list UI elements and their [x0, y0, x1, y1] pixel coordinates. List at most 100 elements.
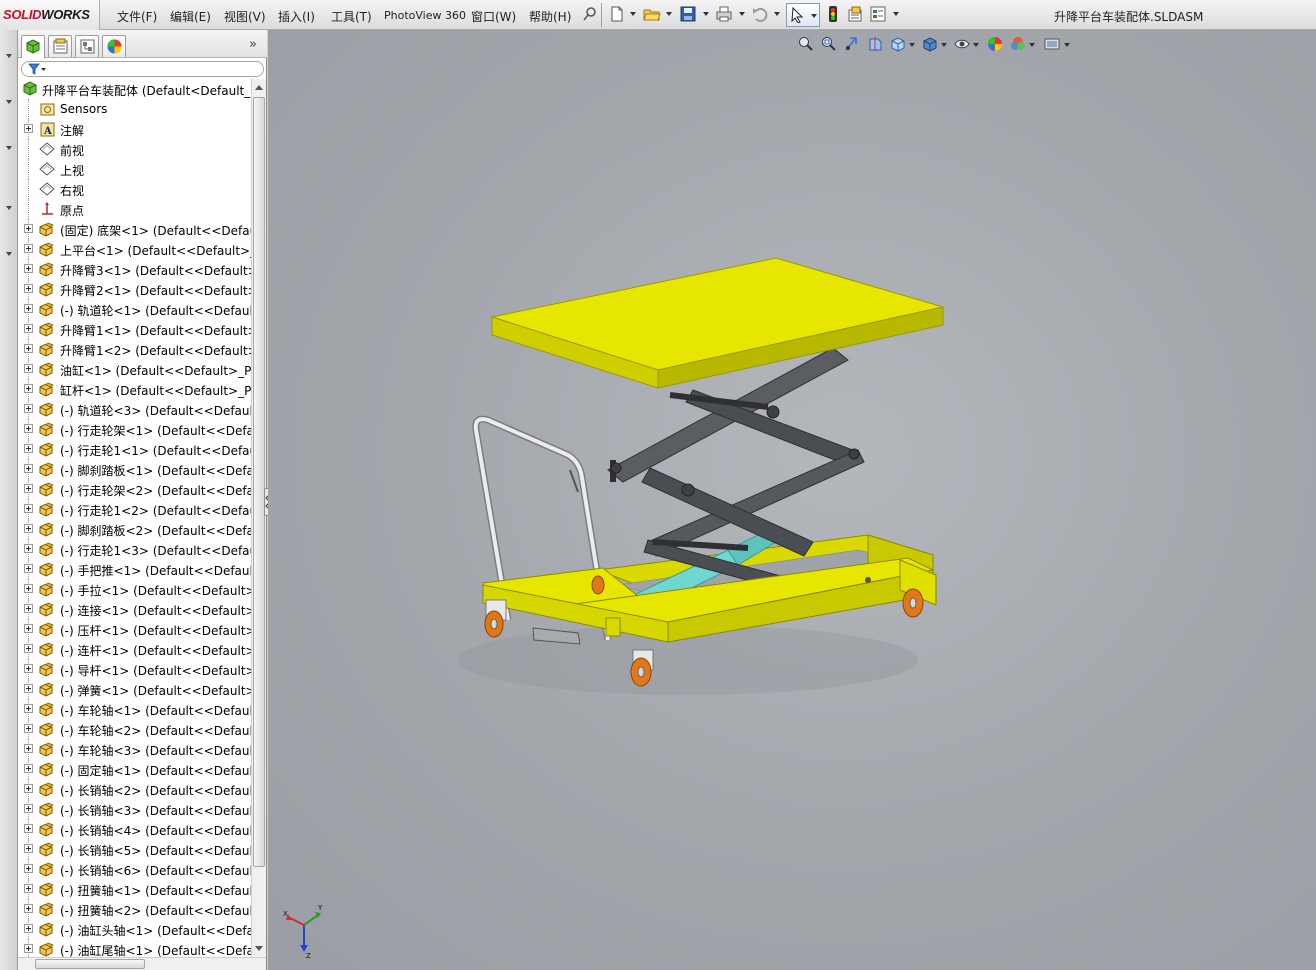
options-icon[interactable]	[846, 5, 864, 23]
tree-item[interactable]: 升降臂3<1> (Default<<Default>_	[18, 259, 251, 279]
tree-item[interactable]: (-) 导杆<1> (Default<<Default>_	[18, 659, 251, 679]
tree-item[interactable]: 原点	[18, 199, 251, 219]
strip-dropdown-icon[interactable]	[6, 146, 12, 150]
expand-toggle-icon[interactable]	[24, 884, 33, 893]
select-dropdown-icon[interactable]	[811, 14, 817, 18]
print-icon[interactable]	[715, 5, 733, 23]
expand-toggle-icon[interactable]	[24, 784, 33, 793]
expand-toggle-icon[interactable]	[24, 744, 33, 753]
expand-toggle-icon[interactable]	[24, 484, 33, 493]
tree-item[interactable]: (-) 轨道轮<3> (Default<<Default:	[18, 399, 251, 419]
menu-edit[interactable]: 编辑(E)	[170, 8, 211, 25]
strip-dropdown-icon[interactable]	[6, 100, 12, 104]
tree-item[interactable]: 升降臂2<1> (Default<<Default>_	[18, 279, 251, 299]
tree-item[interactable]: (固定) 底架<1> (Default<<Defaul	[18, 219, 251, 239]
new-document-icon[interactable]	[608, 5, 626, 23]
expand-toggle-icon[interactable]	[24, 224, 33, 233]
tree-item[interactable]: 缸杆<1> (Default<<Default>_Pho	[18, 379, 251, 399]
tree-root-assembly[interactable]: 升降平台车装配体 (Default<Default_D	[18, 79, 251, 99]
top-platform[interactable]	[490, 257, 944, 389]
tree-item[interactable]: (-) 长销轴<4> (Default<<Default:	[18, 819, 251, 839]
scroll-up-icon[interactable]	[255, 85, 263, 90]
lift-table-model[interactable]: X Y Z	[268, 30, 1316, 970]
tree-item[interactable]: (-) 行走轮1<3> (Default<<Defaul	[18, 539, 251, 559]
expand-toggle-icon[interactable]	[24, 124, 33, 133]
menu-tools[interactable]: 工具(T)	[331, 8, 372, 25]
graphics-area[interactable]: X Y Z	[268, 30, 1316, 970]
tree-horizontal-scrollbar[interactable]	[18, 957, 266, 970]
scrollbar-thumb[interactable]	[253, 97, 265, 867]
expand-toggle-icon[interactable]	[24, 624, 33, 633]
tree-item[interactable]: Sensors	[18, 99, 251, 119]
expand-toggle-icon[interactable]	[24, 564, 33, 573]
expand-toggle-icon[interactable]	[24, 464, 33, 473]
tree-item[interactable]: (-) 手拉<1> (Default<<Default>_	[18, 579, 251, 599]
tree-item[interactable]: (-) 脚刹踏板<1> (Default<<Defau	[18, 459, 251, 479]
strip-dropdown-icon[interactable]	[6, 252, 12, 256]
tree-item[interactable]: (-) 弹簧<1> (Default<<Default>_	[18, 679, 251, 699]
expand-toggle-icon[interactable]	[24, 704, 33, 713]
new-dropdown-icon[interactable]	[630, 12, 636, 16]
tree-item[interactable]: 升降臂1<1> (Default<<Default>_	[18, 319, 251, 339]
wheel-rear-right[interactable]	[902, 588, 924, 618]
tree-item[interactable]: 上平台<1> (Default<<Default>_P	[18, 239, 251, 259]
tree-item[interactable]: (-) 长销轴<3> (Default<<Default:	[18, 799, 251, 819]
display-manager-tab[interactable]	[102, 35, 126, 57]
tree-vertical-scrollbar[interactable]	[251, 79, 266, 957]
expand-toggle-icon[interactable]	[24, 944, 33, 953]
tree-item[interactable]: (-) 行走轮架<1> (Default<<Defau	[18, 419, 251, 439]
expand-toggle-icon[interactable]	[24, 864, 33, 873]
expand-panel-icon[interactable]: »	[249, 37, 257, 52]
tree-item[interactable]: A 注解	[18, 119, 251, 139]
customize-icon[interactable]	[869, 5, 887, 23]
solidworks-logo[interactable]: SOLIDWORKS	[0, 0, 100, 30]
menu-file[interactable]: 文件(F)	[117, 8, 157, 25]
tree-item[interactable]: (-) 脚刹踏板<2> (Default<<Defau	[18, 519, 251, 539]
feature-tree-tab[interactable]	[21, 35, 45, 58]
tree-item[interactable]: (-) 长销轴<6> (Default<<Default:	[18, 859, 251, 879]
expand-toggle-icon[interactable]	[24, 344, 33, 353]
strip-dropdown-icon[interactable]	[6, 54, 12, 58]
save-dropdown-icon[interactable]	[703, 12, 709, 16]
scrollbar-thumb[interactable]	[35, 959, 145, 969]
expand-toggle-icon[interactable]	[24, 264, 33, 273]
pin-icon[interactable]	[581, 5, 599, 23]
tree-item[interactable]: 升降臂1<2> (Default<<Default>_	[18, 339, 251, 359]
expand-toggle-icon[interactable]	[24, 724, 33, 733]
tree-item[interactable]: (-) 固定轴<1> (Default<<Default:	[18, 759, 251, 779]
configuration-manager-tab[interactable]	[75, 35, 99, 57]
tree-item[interactable]: (-) 扭簧轴<2> (Default<<Default:	[18, 899, 251, 919]
expand-toggle-icon[interactable]	[24, 324, 33, 333]
expand-toggle-icon[interactable]	[24, 244, 33, 253]
rebuild-icon[interactable]	[824, 5, 842, 23]
expand-toggle-icon[interactable]	[24, 804, 33, 813]
expand-toggle-icon[interactable]	[24, 764, 33, 773]
expand-toggle-icon[interactable]	[24, 284, 33, 293]
tree-item[interactable]: 油缸<1> (Default<<Default>_Pho	[18, 359, 251, 379]
tree-item[interactable]: (-) 车轮轴<2> (Default<<Default:	[18, 719, 251, 739]
expand-toggle-icon[interactable]	[24, 504, 33, 513]
tree-item[interactable]: (-) 油缸头轴<1> (Default<<Defau	[18, 919, 251, 939]
tree-item[interactable]: 上视	[18, 159, 251, 179]
tree-item[interactable]: 右视	[18, 179, 251, 199]
undo-icon[interactable]	[751, 5, 769, 23]
expand-toggle-icon[interactable]	[24, 644, 33, 653]
tree-item[interactable]: (-) 长销轴<5> (Default<<Default:	[18, 839, 251, 859]
menu-photoview[interactable]: PhotoView 360	[384, 9, 466, 22]
tree-item[interactable]: (-) 长销轴<2> (Default<<Default:	[18, 779, 251, 799]
print-dropdown-icon[interactable]	[739, 12, 745, 16]
tree-item[interactable]: (-) 油缸尾轴<1> (Default<<Defau	[18, 939, 251, 959]
tree-item[interactable]: (-) 车轮轴<3> (Default<<Default:	[18, 739, 251, 759]
menu-window[interactable]: 窗口(W)	[471, 8, 516, 25]
open-icon[interactable]	[643, 5, 661, 23]
scroll-down-icon[interactable]	[255, 946, 263, 951]
wheel-rear-left[interactable]	[591, 575, 605, 595]
save-icon[interactable]	[679, 5, 697, 23]
expand-toggle-icon[interactable]	[24, 584, 33, 593]
expand-toggle-icon[interactable]	[24, 304, 33, 313]
expand-toggle-icon[interactable]	[24, 524, 33, 533]
expand-toggle-icon[interactable]	[24, 844, 33, 853]
expand-toggle-icon[interactable]	[24, 604, 33, 613]
menu-view[interactable]: 视图(V)	[224, 8, 266, 25]
select-button[interactable]	[786, 3, 820, 27]
